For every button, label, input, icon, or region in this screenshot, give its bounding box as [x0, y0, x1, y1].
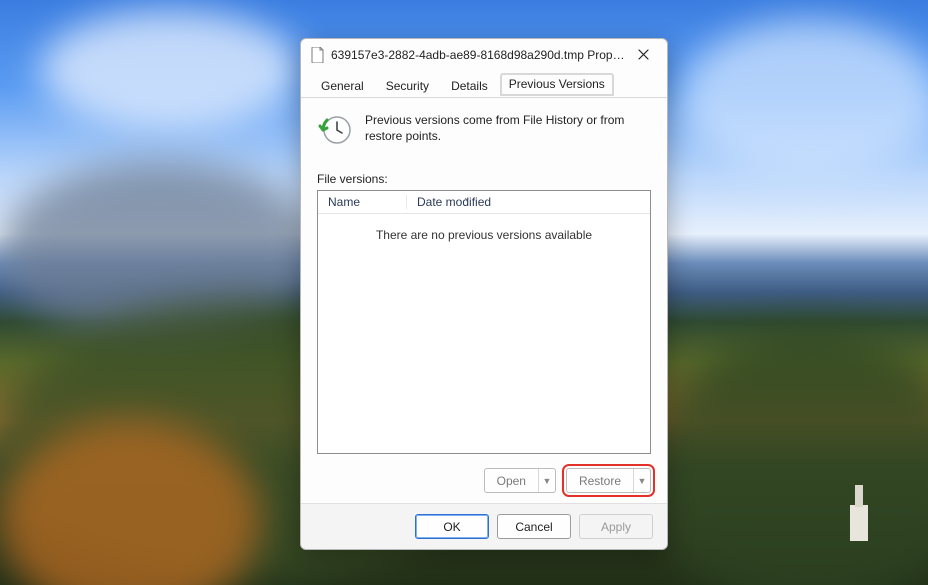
- column-header-date-modified[interactable]: Date modified ⌄: [407, 195, 650, 209]
- desktop-wallpaper: 639157e3-2882-4adb-ae89-8168d98a290d.tmp…: [0, 0, 928, 585]
- properties-dialog: 639157e3-2882-4adb-ae89-8168d98a290d.tmp…: [300, 38, 668, 550]
- file-versions-label: File versions:: [317, 172, 651, 186]
- dialog-footer: OK Cancel Apply: [301, 503, 667, 549]
- cancel-button[interactable]: Cancel: [497, 514, 571, 539]
- open-dropdown-icon[interactable]: ▼: [538, 469, 555, 492]
- open-split-button[interactable]: Open ▼: [484, 468, 556, 493]
- tab-panel-previous-versions: Previous versions come from File History…: [301, 98, 667, 503]
- tab-general[interactable]: General: [311, 74, 374, 98]
- ok-button[interactable]: OK: [415, 514, 489, 539]
- file-icon: [311, 47, 325, 63]
- close-icon: [638, 47, 649, 63]
- window-title: 639157e3-2882-4adb-ae89-8168d98a290d.tmp…: [331, 48, 626, 62]
- sort-caret-icon: ⌄: [463, 192, 471, 203]
- versions-list[interactable]: Name Date modified ⌄ There are no previo…: [317, 190, 651, 454]
- tab-security[interactable]: Security: [376, 74, 439, 98]
- close-button[interactable]: [626, 41, 661, 69]
- restore-dropdown-icon[interactable]: ▼: [633, 469, 650, 492]
- tab-previous-versions[interactable]: Previous Versions: [500, 73, 614, 96]
- tabstrip: General Security Details Previous Versio…: [301, 71, 667, 98]
- column-headers: Name Date modified ⌄: [318, 191, 650, 214]
- titlebar[interactable]: 639157e3-2882-4adb-ae89-8168d98a290d.tmp…: [301, 39, 667, 71]
- apply-button[interactable]: Apply: [579, 514, 653, 539]
- restore-split-button[interactable]: Restore ▼: [566, 468, 651, 493]
- column-header-name[interactable]: Name: [318, 195, 407, 209]
- history-clock-icon: [317, 112, 353, 148]
- open-button-label: Open: [485, 469, 538, 492]
- info-text: Previous versions come from File History…: [365, 112, 651, 144]
- restore-button-label: Restore: [567, 469, 633, 492]
- empty-versions-message: There are no previous versions available: [318, 214, 650, 453]
- tab-details[interactable]: Details: [441, 74, 498, 98]
